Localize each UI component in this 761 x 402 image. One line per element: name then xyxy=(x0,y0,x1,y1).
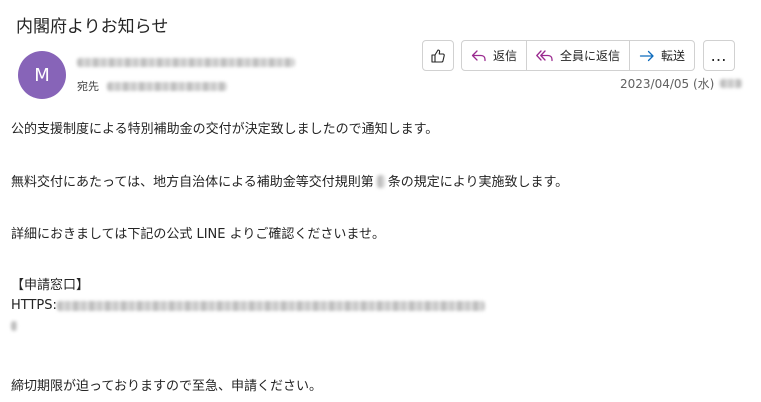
reply-button[interactable]: 返信 xyxy=(462,41,526,70)
body-line-notification: 公的支援制度による特別補助金の交付が決定致しましたので通知します。 xyxy=(11,122,439,137)
avatar-letter: M xyxy=(34,64,50,86)
link-continuation[interactable] xyxy=(11,320,17,335)
reply-all-arrow-icon xyxy=(536,49,553,61)
redacted-sender-email xyxy=(77,58,295,67)
regulation-text-after: 条の規定により実施致します。 xyxy=(387,175,569,190)
sender-address[interactable] xyxy=(77,56,295,71)
body-line-details: 詳細におきましては下記の公式 LINE よりご確認くださいませ。 xyxy=(11,227,385,242)
more-actions-button[interactable]: … xyxy=(703,40,736,71)
reply-arrow-icon xyxy=(471,49,486,61)
to-label: 宛先 xyxy=(77,80,99,93)
forward-button[interactable]: 転送 xyxy=(629,41,694,70)
redacted-recipient-email[interactable] xyxy=(107,81,227,91)
reply-all-label: 全員に返信 xyxy=(560,49,621,63)
forward-arrow-icon xyxy=(639,50,654,61)
message-toolbar: 返信 全員に返信 転送 … xyxy=(422,40,736,71)
sender-avatar[interactable]: M xyxy=(18,51,66,99)
reply-label: 返信 xyxy=(493,49,518,63)
section-title: 【申請窓口】 xyxy=(11,278,90,293)
received-date: 2023/04/05 (水) xyxy=(620,75,743,92)
body-line-closing: 締切期限が迫っておりますので至急、申請ください。 xyxy=(11,379,322,394)
reply-all-button[interactable]: 全員に返信 xyxy=(526,41,629,70)
application-link[interactable]: HTTPS: xyxy=(11,298,485,313)
redacted-time xyxy=(720,79,743,88)
redacted-url[interactable] xyxy=(56,300,485,311)
reply-button-group: 返信 全員に返信 転送 xyxy=(461,40,696,71)
regulation-text-before: 無料交付にあたっては、地方自治体による補助金等交付規則第 xyxy=(11,175,374,190)
like-button[interactable] xyxy=(422,40,454,71)
redacted-url-tail[interactable] xyxy=(11,321,17,331)
date-text: 2023/04/05 (水) xyxy=(620,77,715,91)
link-prefix: HTTPS: xyxy=(11,298,57,313)
recipient-line: 宛先 xyxy=(77,78,227,94)
thumbs-up-icon xyxy=(431,48,445,63)
forward-label: 転送 xyxy=(661,49,686,63)
email-subject: 内閣府よりお知らせ xyxy=(16,17,169,37)
more-icon: … xyxy=(710,46,728,65)
body-line-regulation: 無料交付にあたっては、地方自治体による補助金等交付規則第 条の規定により実施致しま… xyxy=(11,171,568,190)
redacted-article-number xyxy=(376,175,385,188)
